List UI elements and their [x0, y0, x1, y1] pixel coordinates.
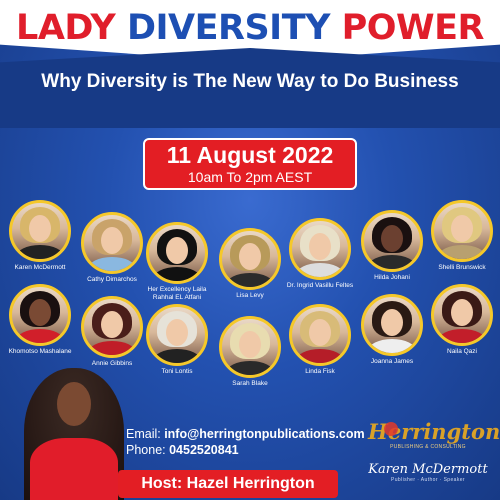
- speaker-photo: [81, 296, 143, 358]
- herrington-logo: Herrington PUBLISHING & CONSULTING Karen…: [368, 420, 500, 498]
- email-line: Email: info@herringtonpublications.com: [126, 426, 365, 442]
- speaker-card: Karen McDermott: [4, 200, 76, 272]
- speaker-name: Khomotso Mashalane: [8, 348, 72, 355]
- speaker-name: Hilda Johani: [374, 274, 410, 281]
- speaker-card: Linda Fisk: [284, 304, 356, 376]
- speaker-photo: [361, 210, 423, 272]
- speaker-card: Joanna James: [356, 294, 428, 366]
- speaker-photo: [9, 284, 71, 346]
- speaker-name: Annie Gibbins: [91, 360, 133, 367]
- event-time: 10am To 2pm AEST: [187, 169, 313, 185]
- speaker-card: Her Excellency Laila Rahhal EL Atfani: [141, 222, 213, 301]
- speaker-card: Annie Gibbins: [76, 296, 148, 368]
- speaker-photo: [361, 294, 423, 356]
- speaker-name: Joanna James: [370, 358, 414, 365]
- logo-signature: Karen McDermott: [368, 462, 488, 477]
- speaker-name: Cathy Dimarchos: [87, 276, 137, 283]
- speaker-photo: [9, 200, 71, 262]
- speaker-name: Lisa Levy: [236, 292, 264, 299]
- phone-label: Phone:: [126, 443, 170, 457]
- speaker-card: Shelli Brunswick: [426, 200, 498, 272]
- speaker-card: Khomotso Mashalane: [4, 284, 76, 356]
- speaker-photo: [431, 284, 493, 346]
- globe-icon: [384, 422, 398, 436]
- speaker-name: Toni Lontis: [161, 368, 193, 375]
- host-banner: Host: Hazel Herrington: [118, 470, 338, 498]
- speaker-name: Sarah Blake: [232, 380, 268, 387]
- speaker-photo: [81, 212, 143, 274]
- email-label: Email:: [126, 427, 165, 441]
- speaker-photo: [289, 218, 351, 280]
- date-badge: 11 August 2022 10am To 2pm AEST: [143, 138, 357, 190]
- title-word-diversity: DIVERSITY: [126, 8, 342, 48]
- title-word-power: POWER: [341, 8, 485, 48]
- speaker-photo: [431, 200, 493, 262]
- event-poster: LADY DIVERSITY POWER Why Diversity is Th…: [0, 0, 500, 500]
- speaker-name: Naila Qazi: [447, 348, 477, 355]
- speaker-photo: [146, 304, 208, 366]
- speaker-card: Lisa Levy: [214, 228, 286, 300]
- speaker-card: Dr. Ingrid Vasillu Feltes: [284, 218, 356, 290]
- email-link[interactable]: info@herringtonpublications.com: [164, 427, 364, 441]
- speaker-photo: [146, 222, 208, 284]
- speaker-card: Cathy Dimarchos: [76, 212, 148, 284]
- speaker-photo: [219, 228, 281, 290]
- event-subtitle: Why Diversity is The New Way to Do Busin…: [41, 71, 459, 92]
- speaker-photo: [289, 304, 351, 366]
- speaker-name: Shelli Brunswick: [438, 264, 486, 271]
- host-photo: [24, 368, 124, 500]
- speaker-name: Karen McDermott: [14, 264, 66, 271]
- event-title: LADY DIVERSITY POWER: [0, 8, 500, 48]
- phone-line: Phone: 0452520841: [126, 442, 365, 458]
- speaker-card: Toni Lontis: [141, 304, 213, 376]
- speaker-name: Her Excellency Laila Rahhal EL Atfani: [147, 286, 207, 301]
- speaker-name: Dr. Ingrid Vasillu Feltes: [286, 282, 354, 289]
- logo-tagline: Publisher · Author · Speaker: [390, 477, 465, 483]
- phone-number[interactable]: 0452520841: [169, 443, 239, 457]
- speaker-photo: [219, 316, 281, 378]
- speaker-card: Naila Qazi: [426, 284, 498, 356]
- event-date: 11 August 2022: [166, 142, 334, 168]
- contact-info: Email: info@herringtonpublications.com P…: [126, 426, 365, 458]
- speaker-name: Linda Fisk: [305, 368, 335, 375]
- speaker-card: Hilda Johani: [356, 210, 428, 282]
- speaker-card: Sarah Blake: [214, 316, 286, 388]
- logo-subline: PUBLISHING & CONSULTING: [390, 444, 466, 450]
- title-word-lady: LADY: [16, 8, 127, 48]
